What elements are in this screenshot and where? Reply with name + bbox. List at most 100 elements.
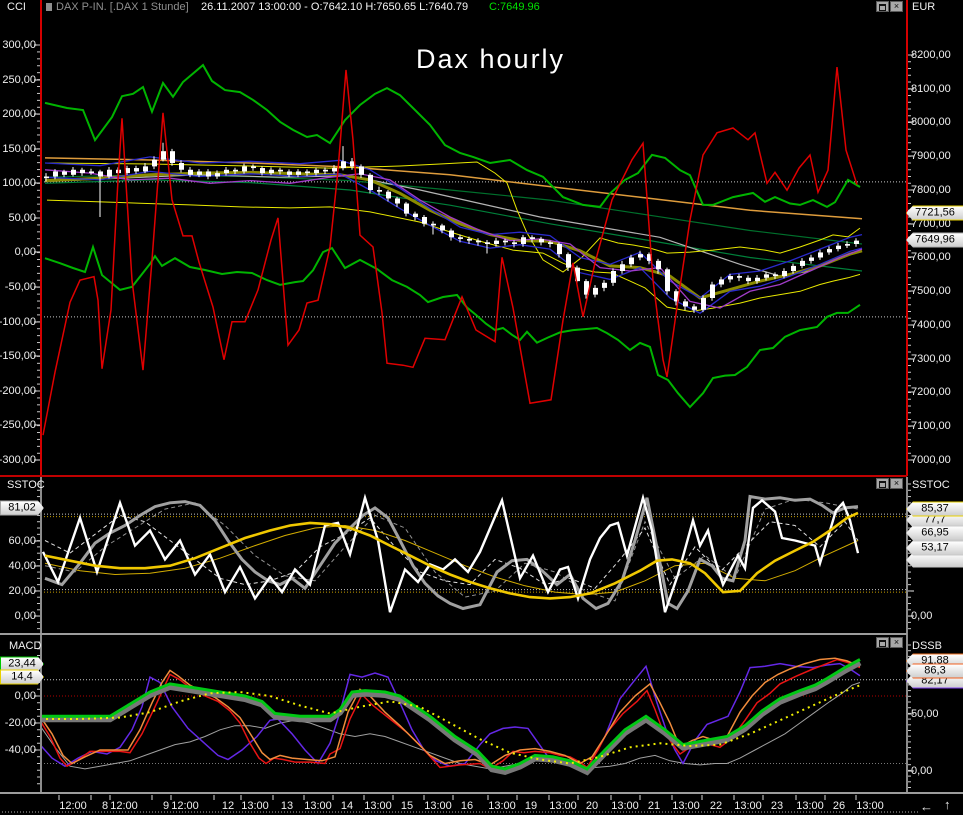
candle bbox=[557, 244, 562, 254]
main-right-axis-label: 7400,00 bbox=[911, 319, 951, 331]
candle bbox=[548, 242, 553, 244]
main-left-scale-label: CCI bbox=[7, 1, 26, 13]
candle bbox=[710, 285, 715, 299]
candle bbox=[206, 171, 211, 176]
main-right-axis-label: 8100,00 bbox=[911, 83, 951, 95]
candle bbox=[170, 151, 175, 163]
macd-restore-button[interactable] bbox=[876, 637, 889, 648]
chart-annotation: Dax hourly bbox=[416, 44, 565, 75]
candle bbox=[107, 170, 112, 177]
candle bbox=[98, 171, 103, 176]
candle bbox=[458, 237, 463, 239]
candle bbox=[773, 274, 778, 276]
sstoc-header-left: SSTOC bbox=[7, 479, 45, 491]
main-close-button[interactable]: × bbox=[890, 1, 903, 12]
main-left-axis-label: -50,00 bbox=[5, 281, 36, 293]
candle bbox=[359, 166, 364, 174]
candle bbox=[161, 151, 166, 159]
candle bbox=[431, 224, 436, 226]
candle bbox=[233, 170, 238, 172]
candle bbox=[395, 198, 400, 203]
main-right-axis-label: 7300,00 bbox=[911, 353, 951, 365]
candle bbox=[215, 173, 220, 176]
candle bbox=[530, 237, 535, 239]
candle bbox=[521, 237, 526, 244]
candle bbox=[836, 246, 841, 249]
candle bbox=[755, 278, 760, 281]
candle bbox=[566, 254, 571, 268]
candle bbox=[467, 239, 472, 241]
main-left-axis-label: 100,00 bbox=[2, 177, 36, 189]
chart-plot-area[interactable] bbox=[0, 0, 963, 815]
sstoc-left-axis-label: 60,00 bbox=[8, 535, 36, 547]
candle bbox=[683, 301, 688, 306]
main-plot[interactable] bbox=[41, 65, 907, 435]
candle bbox=[368, 175, 373, 190]
candle bbox=[701, 298, 706, 310]
candle bbox=[62, 171, 67, 174]
main-restore-button[interactable] bbox=[876, 1, 889, 12]
scroll-left-arrow[interactable]: ← bbox=[920, 799, 933, 814]
candle bbox=[71, 170, 76, 175]
main-left-axis-label: -300,00 bbox=[0, 454, 36, 466]
sstoc-plot[interactable] bbox=[41, 497, 907, 613]
sstoc-restore-button[interactable] bbox=[876, 478, 889, 489]
candle bbox=[449, 231, 454, 238]
candle bbox=[665, 269, 670, 291]
candle bbox=[809, 258, 814, 261]
macd-close-button[interactable]: × bbox=[890, 637, 903, 648]
macd-right-axis-label: 0,00 bbox=[911, 765, 932, 777]
candle bbox=[251, 166, 256, 168]
candle bbox=[539, 239, 544, 242]
scroll-up-arrow[interactable]: ↑ bbox=[944, 797, 951, 812]
sstoc-right-axis-label: 0,00 bbox=[911, 610, 932, 622]
candle bbox=[620, 264, 625, 271]
candle bbox=[503, 241, 508, 243]
candle bbox=[602, 283, 607, 288]
sstoc-left-axis-label: 40,00 bbox=[8, 560, 36, 572]
sstoc-close-button[interactable]: × bbox=[890, 478, 903, 489]
macd-value-tag: 23,44 bbox=[0, 657, 44, 672]
main-right-axis-label: 7800,00 bbox=[911, 184, 951, 196]
candle bbox=[593, 288, 598, 295]
restore-icon bbox=[879, 640, 886, 647]
candle bbox=[485, 242, 490, 244]
candle bbox=[413, 214, 418, 217]
candle bbox=[332, 168, 337, 171]
candle bbox=[323, 170, 328, 172]
candle bbox=[746, 278, 751, 281]
sstoc-value-tag: 85,37 bbox=[906, 502, 963, 517]
main-right-axis-label: 8000,00 bbox=[911, 116, 951, 128]
candle bbox=[737, 276, 742, 278]
candle bbox=[791, 266, 796, 271]
candle bbox=[53, 171, 58, 176]
candle bbox=[845, 244, 850, 246]
candle bbox=[611, 271, 616, 283]
macd-value-tag: 14,4 bbox=[0, 670, 44, 685]
candle bbox=[692, 306, 697, 309]
main-right-axis-label: 8200,00 bbox=[911, 49, 951, 61]
candle bbox=[296, 171, 301, 174]
candle bbox=[179, 163, 184, 170]
main-left-axis-label: 150,00 bbox=[2, 143, 36, 155]
candle bbox=[629, 258, 634, 265]
main-left-axis-label: 250,00 bbox=[2, 74, 36, 86]
main-left-axis-label: -100,00 bbox=[0, 316, 36, 328]
sstoc-value-tag: 81,02 bbox=[0, 501, 44, 516]
title-close-value: C:7649.96 bbox=[489, 1, 540, 13]
candle bbox=[314, 170, 319, 173]
candle bbox=[134, 168, 139, 171]
sstoc-header-right: SSTOC bbox=[912, 479, 950, 491]
candle bbox=[269, 170, 274, 173]
main-right-scale-label: EUR bbox=[912, 1, 935, 13]
candle bbox=[494, 241, 499, 244]
candle bbox=[854, 241, 859, 244]
candle bbox=[260, 168, 265, 173]
sstoc-value-tag: 66,95 bbox=[906, 526, 963, 541]
candle bbox=[197, 171, 202, 174]
candle bbox=[143, 166, 148, 171]
candle bbox=[719, 279, 724, 284]
macd-plot[interactable] bbox=[40, 658, 907, 772]
main-right-axis-label: 7200,00 bbox=[911, 386, 951, 398]
main-left-axis-label: 0,00 bbox=[15, 246, 36, 258]
